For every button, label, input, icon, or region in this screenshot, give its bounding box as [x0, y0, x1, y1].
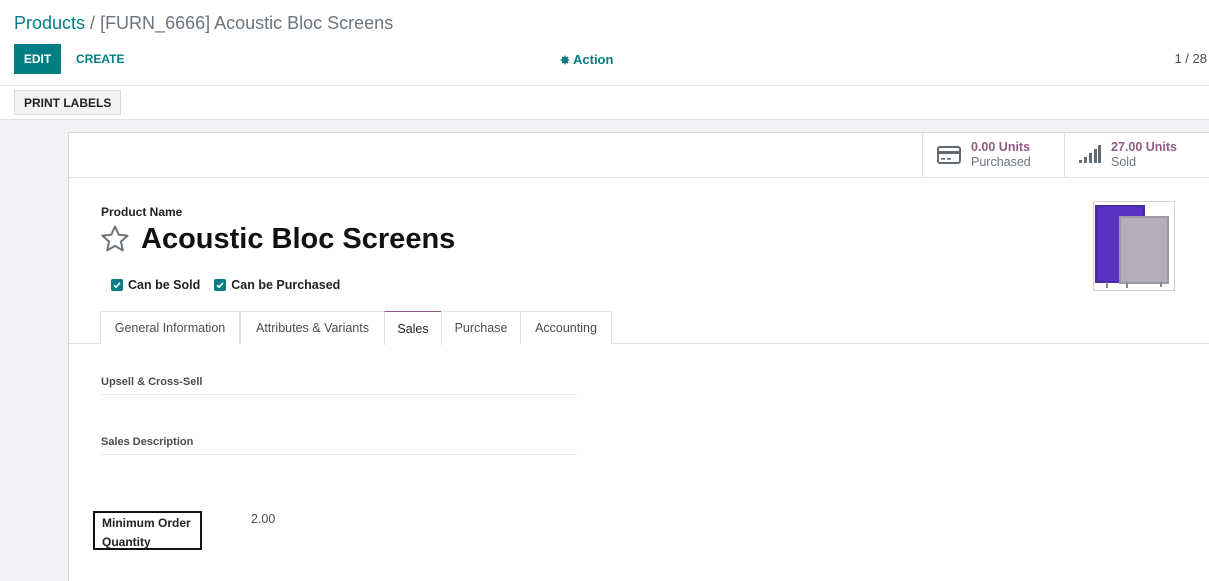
can-be-purchased-label: Can be Purchased	[231, 278, 341, 292]
tab-sales[interactable]: Sales	[384, 311, 442, 345]
action-label: Action	[573, 52, 614, 67]
credit-card-icon	[937, 145, 961, 165]
breadcrumb-products-link[interactable]: Products	[14, 13, 85, 33]
minimum-order-quantity-label: Minimum Order Quantity	[93, 511, 202, 550]
control-panel: Products / [FURN_6666] Acoustic Bloc Scree…	[0, 0, 1209, 86]
form-tabs: General Information Attributes & Variant…	[69, 311, 1209, 345]
signal-bars-icon	[1079, 145, 1101, 165]
units-sold-button[interactable]: 27.00 Units Sold	[1064, 133, 1209, 177]
star-icon[interactable]	[99, 223, 131, 255]
minimum-order-quantity-value[interactable]: 2.00	[251, 512, 275, 526]
gear-icon	[560, 55, 570, 64]
print-labels-button[interactable]: PRINT LABELS	[14, 90, 122, 115]
product-name-label: Product Name	[101, 205, 183, 219]
can-be-purchased-option[interactable]: Can be Purchased	[214, 278, 340, 292]
create-button[interactable]: CREATE	[66, 44, 134, 74]
breadcrumb-separator: /	[90, 13, 96, 33]
units-purchased-value: 0.00 Units	[971, 140, 1031, 154]
can-be-purchased-checkbox[interactable]	[214, 279, 227, 291]
can-be-sold-checkbox[interactable]	[111, 279, 123, 291]
can-be-sold-label: Can be Sold	[128, 278, 201, 292]
product-title-row: Acoustic Bloc Screens	[99, 221, 455, 257]
can-be-sold-option[interactable]: Can be Sold	[111, 278, 200, 292]
units-sold-value: 27.00 Units	[1111, 140, 1178, 154]
tab-general-information[interactable]: General Information	[100, 311, 240, 344]
edit-button[interactable]: EDIT	[14, 44, 61, 74]
units-purchased-label: Purchased	[971, 155, 1031, 169]
tab-attributes-variants[interactable]: Attributes & Variants	[240, 311, 385, 344]
product-options: Can be Sold Can be Purchased	[111, 278, 340, 292]
form-statusbar: PRINT LABELS	[0, 86, 1209, 120]
tab-accounting[interactable]: Accounting	[520, 311, 612, 344]
units-purchased-button[interactable]: 0.00 Units Purchased	[922, 133, 1064, 177]
sales-description-title: Sales Description	[101, 436, 577, 455]
product-image[interactable]	[1093, 201, 1175, 291]
upsell-section-title: Upsell & Cross-Sell	[101, 376, 577, 395]
tab-purchase[interactable]: Purchase	[441, 311, 521, 344]
pager-value[interactable]: 1 / 28	[1174, 51, 1207, 66]
action-menu-button[interactable]: Action	[560, 52, 613, 67]
form-sheet: 0.00 Units Purchased 27.00 Units Sold Pr…	[68, 132, 1209, 581]
breadcrumb-current: [FURN_6666] Acoustic Bloc Screens	[100, 13, 394, 33]
breadcrumb: Products / [FURN_6666] Acoustic Bloc Scree…	[14, 12, 393, 34]
units-sold-label: Sold	[1111, 155, 1137, 169]
smart-button-box: 0.00 Units Purchased 27.00 Units Sold	[69, 133, 1209, 178]
product-name-field[interactable]: Acoustic Bloc Screens	[141, 221, 455, 257]
